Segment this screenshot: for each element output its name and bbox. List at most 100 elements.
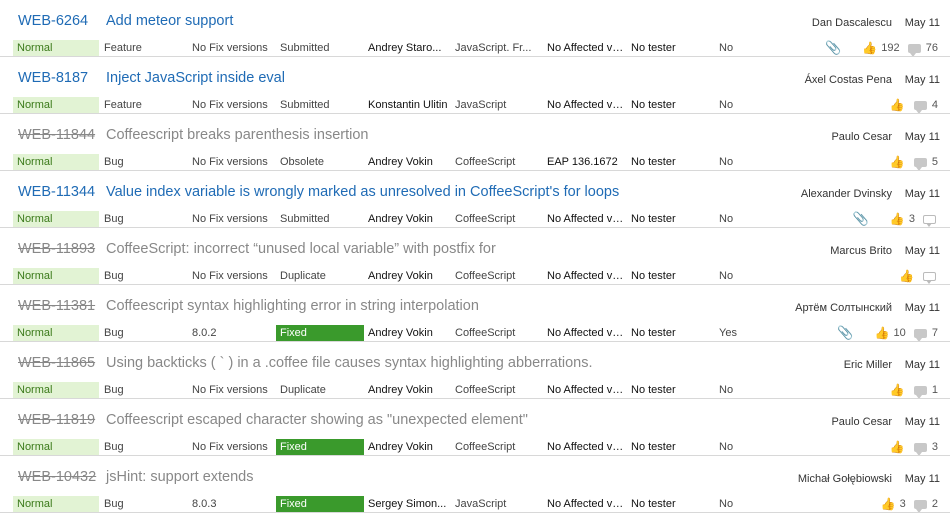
subsystem-field[interactable]: CoffeeScript [455, 382, 541, 398]
issue-id-link[interactable]: WEB-11381 [18, 298, 95, 314]
fix-versions-field[interactable]: No Fix versions [192, 382, 274, 398]
thumbs-up-icon[interactable]: 👍 [890, 97, 905, 113]
state-field[interactable]: Fixed [276, 439, 364, 455]
comment-bubble-icon[interactable] [913, 385, 927, 398]
flag-field[interactable]: No [719, 154, 759, 170]
affected-versions-field[interactable]: No Affected vers [547, 382, 627, 398]
affected-versions-field[interactable]: No Affected vers [547, 211, 627, 227]
type-field[interactable]: Bug [104, 439, 184, 455]
type-field[interactable]: Bug [104, 211, 184, 227]
subsystem-field[interactable]: JavaScript [455, 97, 541, 113]
affected-versions-field[interactable]: No Affected vers [547, 325, 627, 341]
fix-versions-field[interactable]: No Fix versions [192, 211, 274, 227]
priority-field[interactable]: Normal [13, 268, 99, 284]
fix-versions-field[interactable]: No Fix versions [192, 97, 274, 113]
type-field[interactable]: Feature [104, 97, 184, 113]
fix-versions-field[interactable]: No Fix versions [192, 154, 274, 170]
tester-field[interactable]: No tester [631, 154, 711, 170]
issue-id-link[interactable]: WEB-11865 [18, 355, 95, 371]
affected-versions-field[interactable]: No Affected vers [547, 439, 627, 455]
issue-summary-link[interactable]: jsHint: support extends [106, 469, 254, 485]
flag-field[interactable]: No [719, 496, 759, 512]
issue-id-link[interactable]: WEB-11344 [18, 184, 95, 200]
flag-field[interactable]: Yes [719, 325, 759, 341]
issue-reporter[interactable]: Marcus Brito [830, 245, 892, 257]
thumbs-up-icon[interactable]: 👍 [881, 496, 896, 512]
priority-field[interactable]: Normal [13, 154, 99, 170]
fix-versions-field[interactable]: No Fix versions [192, 40, 274, 56]
state-field[interactable]: Fixed [276, 496, 364, 512]
comment-bubble-icon[interactable] [923, 214, 936, 227]
type-field[interactable]: Bug [104, 496, 184, 512]
comment-bubble-icon[interactable] [913, 328, 927, 341]
priority-field[interactable]: Normal [13, 97, 99, 113]
issue-reporter[interactable]: Paulo Cesar [831, 416, 892, 428]
comment-bubble-icon[interactable] [913, 100, 927, 113]
thumbs-up-icon[interactable]: 👍 [899, 268, 914, 284]
comment-bubble-icon[interactable] [923, 271, 936, 284]
issue-id-link[interactable]: WEB-11819 [18, 412, 95, 428]
assignee-field[interactable]: Andrey Vokin [368, 382, 448, 398]
issue-reporter[interactable]: Paulo Cesar [831, 131, 892, 143]
flag-field[interactable]: No [719, 439, 759, 455]
type-field[interactable]: Feature [104, 40, 184, 56]
issue-summary-link[interactable]: Using backticks ( ` ) in a .coffee file … [106, 355, 593, 371]
subsystem-field[interactable]: CoffeeScript [455, 211, 541, 227]
issue-id-link[interactable]: WEB-6264 [18, 13, 88, 29]
subsystem-field[interactable]: JavaScript [455, 496, 541, 512]
thumbs-up-icon[interactable]: 👍 [890, 439, 905, 455]
priority-field[interactable]: Normal [13, 382, 99, 398]
state-field[interactable]: Duplicate [276, 382, 364, 398]
comment-bubble-icon[interactable] [913, 499, 927, 512]
state-field[interactable]: Obsolete [276, 154, 364, 170]
assignee-field[interactable]: Andrey Staro... [368, 40, 448, 56]
issue-summary-link[interactable]: Inject JavaScript inside eval [106, 70, 285, 86]
tester-field[interactable]: No tester [631, 268, 711, 284]
subsystem-field[interactable]: JavaScript. Fr... [455, 40, 541, 56]
issue-reporter[interactable]: Dan Dascalescu [812, 17, 892, 29]
priority-field[interactable]: Normal [13, 211, 99, 227]
issue-id-link[interactable]: WEB-11893 [18, 241, 95, 257]
paperclip-icon[interactable]: 📎 [837, 325, 853, 341]
flag-field[interactable]: No [719, 97, 759, 113]
issue-summary-link[interactable]: Coffeescript escaped character showing a… [106, 412, 528, 428]
assignee-field[interactable]: Konstantin Ulitin [368, 97, 448, 113]
state-field[interactable]: Duplicate [276, 268, 364, 284]
type-field[interactable]: Bug [104, 154, 184, 170]
subsystem-field[interactable]: CoffeeScript [455, 154, 541, 170]
state-field[interactable]: Submitted [276, 211, 364, 227]
assignee-field[interactable]: Andrey Vokin [368, 268, 448, 284]
issue-reporter[interactable]: Alexander Dvinsky [801, 188, 892, 200]
affected-versions-field[interactable]: EAP 136.1672 [547, 154, 627, 170]
type-field[interactable]: Bug [104, 382, 184, 398]
issue-summary-link[interactable]: Add meteor support [106, 13, 233, 29]
issue-summary-link[interactable]: Coffeescript breaks parenthesis insertio… [106, 127, 368, 143]
assignee-field[interactable]: Andrey Vokin [368, 439, 448, 455]
comment-bubble-icon[interactable] [907, 43, 921, 56]
issue-summary-link[interactable]: Value index variable is wrongly marked a… [106, 184, 619, 200]
thumbs-up-icon[interactable]: 👍 [862, 40, 877, 56]
type-field[interactable]: Bug [104, 325, 184, 341]
flag-field[interactable]: No [719, 268, 759, 284]
issue-summary-link[interactable]: CoffeeScript: incorrect “unused local va… [106, 241, 496, 257]
tester-field[interactable]: No tester [631, 325, 711, 341]
priority-field[interactable]: Normal [13, 439, 99, 455]
issue-reporter[interactable]: Áxel Costas Pena [805, 74, 892, 86]
fix-versions-field[interactable]: No Fix versions [192, 268, 274, 284]
fix-versions-field[interactable]: 8.0.2 [192, 325, 274, 341]
flag-field[interactable]: No [719, 382, 759, 398]
assignee-field[interactable]: Andrey Vokin [368, 211, 448, 227]
priority-field[interactable]: Normal [13, 325, 99, 341]
tester-field[interactable]: No tester [631, 382, 711, 398]
comment-bubble-icon[interactable] [913, 157, 927, 170]
issue-reporter[interactable]: Michał Gołębiowski [798, 473, 892, 485]
thumbs-up-icon[interactable]: 👍 [890, 382, 905, 398]
flag-field[interactable]: No [719, 40, 759, 56]
thumbs-up-icon[interactable]: 👍 [874, 325, 889, 341]
paperclip-icon[interactable]: 📎 [825, 40, 841, 56]
assignee-field[interactable]: Andrey Vokin [368, 154, 448, 170]
subsystem-field[interactable]: CoffeeScript [455, 439, 541, 455]
thumbs-up-icon[interactable]: 👍 [890, 211, 905, 227]
affected-versions-field[interactable]: No Affected vers [547, 496, 627, 512]
affected-versions-field[interactable]: No Affected vers [547, 97, 627, 113]
